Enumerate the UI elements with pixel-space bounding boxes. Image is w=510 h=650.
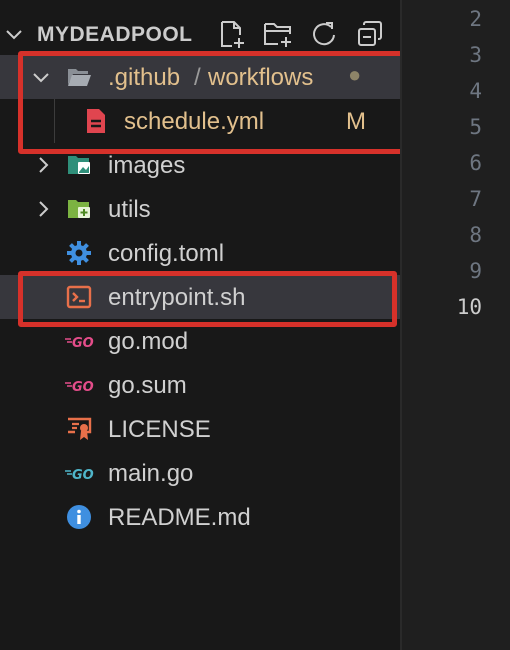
new-file-icon [221,21,244,48]
line-number: 8 [469,223,482,247]
explorer-actions [214,18,388,50]
line-number: 3 [469,43,482,67]
folder-label-utils: utils [108,196,151,223]
go-sum-icon: GO [65,380,94,395]
chevron-down-icon[interactable] [4,24,24,44]
chevron-right-icon[interactable] [33,155,53,175]
svg-text:GO: GO [72,336,94,351]
explorer-header[interactable]: MYDEADPOOL [0,14,400,54]
collapse-all-button[interactable] [352,18,388,50]
chevron-right-icon[interactable] [33,199,53,219]
tree-file-main-go[interactable]: GO main.go [0,451,400,495]
refresh-icon [313,22,335,46]
gear-icon [67,241,91,265]
annotation-highlight-entrypoint [18,271,397,327]
file-label-maingo: main.go [108,460,194,487]
explorer-panel: MYDEADPOOL .github / workflows ● schedul… [0,0,435,650]
collapse-all-icon [358,21,382,46]
current-line-number: 10 [456,295,482,319]
go-file-icon: GO [65,468,94,483]
new-folder-button[interactable] [260,18,296,50]
file-label-gosum: go.sum [108,372,187,399]
go-mod-icon: GO [65,336,94,351]
line-number: 6 [469,151,482,175]
folder-label-images: images [108,152,186,179]
svg-text:GO: GO [72,380,94,395]
tree-file-license[interactable]: LICENSE [0,407,400,451]
explorer-title: MYDEADPOOL [37,23,193,46]
line-number: 2 [469,7,482,31]
line-number: 7 [469,187,482,211]
new-folder-icon [264,23,291,47]
utils-folder-icon [68,200,90,218]
line-number: 4 [469,79,482,103]
line-number: 5 [469,115,482,139]
editor-gutter: 2 3 4 5 6 7 8 9 10 [402,0,510,650]
tree-file-readme-md[interactable]: README.md [0,495,400,539]
file-label-config: config.toml [108,240,225,267]
tree-file-config-toml[interactable]: config.toml [0,231,400,275]
images-folder-icon [68,156,90,174]
file-label-readme: README.md [108,504,251,531]
license-icon [68,417,92,440]
new-file-button[interactable] [214,18,250,50]
annotation-highlight-workflows [18,51,435,154]
line-number: 9 [469,259,482,283]
tree-file-go-sum[interactable]: GO go.sum [0,363,400,407]
tree-folder-utils[interactable]: utils [0,187,400,231]
file-label-license: LICENSE [108,416,211,443]
refresh-button[interactable] [306,18,342,50]
file-label-gomod: go.mod [108,328,189,355]
svg-text:GO: GO [72,468,94,483]
info-icon [67,505,91,529]
